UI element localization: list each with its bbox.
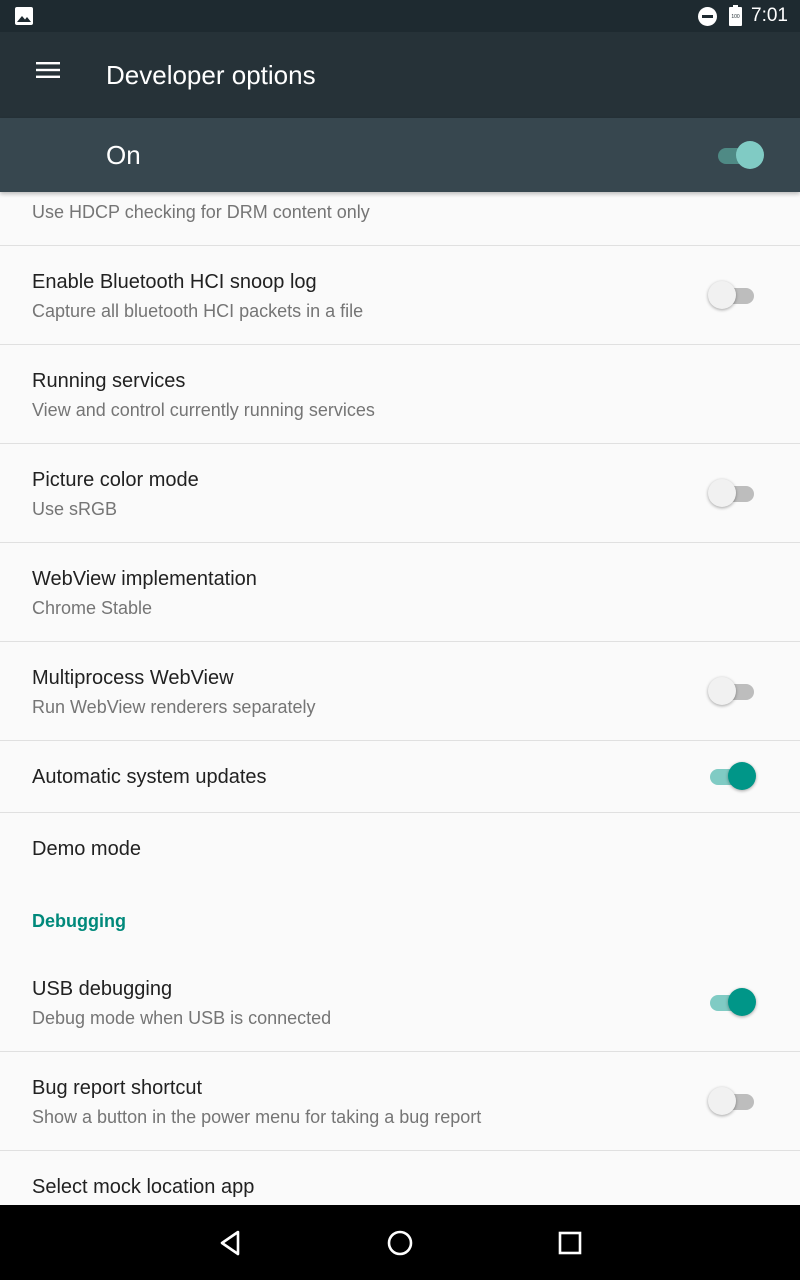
navigation-bar [0,1205,800,1280]
switch-thumb [708,677,736,705]
clock: 7:01 [751,5,788,26]
back-icon[interactable] [216,1228,246,1258]
switch-thumb [708,281,736,309]
section-header-label: Debugging [32,911,126,931]
home-icon[interactable] [385,1228,415,1258]
do-not-disturb-icon [698,7,717,26]
switch-thumb [728,762,756,790]
setting-select-mock-location-app[interactable]: Select mock location app [0,1151,800,1205]
master-switch-toggle[interactable] [716,140,764,170]
page-title: Developer options [106,60,316,90]
setting-title: Picture color mode [32,469,199,491]
status-bar: 100 7:01 [0,0,800,32]
setting-title: Multiprocess WebView [32,667,234,689]
master-switch-label: On [106,140,141,170]
setting-usb-debugging[interactable]: USB debugging Debug mode when USB is con… [0,953,800,1052]
setting-title: USB debugging [32,978,173,1000]
hamburger-menu-icon[interactable] [36,60,62,80]
bug-report-shortcut-toggle[interactable] [708,1086,756,1116]
setting-summary: Capture all bluetooth HCI packets in a f… [32,301,364,321]
recents-icon[interactable] [555,1228,585,1258]
setting-title: Select mock location app [32,1176,255,1198]
setting-summary: Use sRGB [32,499,118,519]
setting-title: Enable Bluetooth HCI snoop log [32,271,317,293]
master-switch-bar[interactable]: On [0,118,800,192]
setting-webview-implementation[interactable]: WebView implementation Chrome Stable [0,543,800,642]
setting-title: Running services [32,370,186,392]
settings-list[interactable]: Use HDCP checking for DRM content only E… [0,192,800,1205]
setting-demo-mode[interactable]: Demo mode [0,813,800,885]
app-bar: Developer options [0,32,800,118]
battery-icon: 100 [729,5,742,26]
switch-thumb [708,1087,736,1115]
picture-color-mode-toggle[interactable] [708,478,756,508]
setting-title: Demo mode [32,838,141,860]
switch-thumb [736,141,764,169]
bluetooth-hci-snoop-toggle[interactable] [708,280,756,310]
setting-summary: View and control currently running servi… [32,400,375,420]
switch-thumb [708,479,736,507]
setting-title: Bug report shortcut [32,1077,203,1099]
setting-hdcp-checking[interactable]: Use HDCP checking for DRM content only [0,192,800,246]
battery-level-text: 100 [731,14,740,20]
setting-summary: Chrome Stable [32,598,153,618]
setting-summary: Debug mode when USB is connected [32,1008,332,1028]
setting-bluetooth-hci-snoop[interactable]: Enable Bluetooth HCI snoop log Capture a… [0,246,800,345]
usb-debugging-toggle[interactable] [708,987,756,1017]
switch-thumb [728,988,756,1016]
setting-automatic-system-updates[interactable]: Automatic system updates [0,741,800,813]
setting-picture-color-mode[interactable]: Picture color mode Use sRGB [0,444,800,543]
setting-summary: Use HDCP checking for DRM content only [32,202,370,222]
setting-summary: Run WebView renderers separately [32,697,316,717]
setting-running-services[interactable]: Running services View and control curren… [0,345,800,444]
multiprocess-webview-toggle[interactable] [708,676,756,706]
image-icon [15,7,33,25]
automatic-system-updates-toggle[interactable] [708,761,756,791]
setting-multiprocess-webview[interactable]: Multiprocess WebView Run WebView rendere… [0,642,800,741]
setting-title: Automatic system updates [32,766,267,788]
setting-bug-report-shortcut[interactable]: Bug report shortcut Show a button in the… [0,1052,800,1151]
section-header-debugging: Debugging [0,885,800,953]
setting-summary: Show a button in the power menu for taki… [32,1107,482,1127]
setting-title: WebView implementation [32,568,257,590]
